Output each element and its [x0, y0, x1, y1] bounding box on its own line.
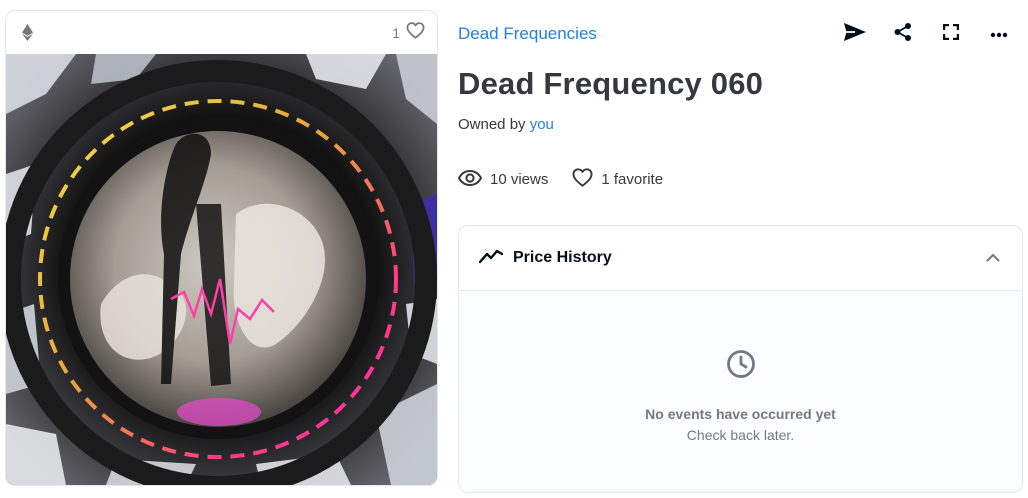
owner-link[interactable]: you [530, 116, 554, 133]
favorite-button[interactable]: 1 [392, 21, 425, 44]
share-button[interactable] [886, 20, 920, 48]
item-title: Dead Frequency 060 [458, 66, 764, 101]
trending-line-icon [478, 248, 504, 269]
price-history-header[interactable]: Price History [459, 226, 1022, 291]
favorites-stat[interactable]: 1 favorite [572, 168, 663, 191]
more-icon [990, 25, 1008, 43]
share-icon [893, 22, 913, 47]
favorite-count: 1 [392, 24, 400, 41]
collection-link[interactable]: Dead Frequencies [458, 24, 597, 44]
transfer-button[interactable] [838, 20, 872, 48]
empty-state-title: No events have occurred yet [645, 405, 836, 422]
price-history-panel: Price History No events have occurred ye… [458, 225, 1023, 493]
send-icon [843, 22, 867, 47]
owned-by: Owned by you [458, 116, 554, 133]
chevron-up-icon[interactable] [986, 249, 1000, 267]
clock-icon [726, 349, 756, 384]
heart-outline-icon [406, 21, 425, 44]
price-history-body: No events have occurred yet Check back l… [459, 291, 1022, 492]
owned-by-label: Owned by [458, 116, 526, 133]
empty-state-subtitle: Check back later. [686, 426, 795, 443]
more-options-button[interactable] [982, 20, 1016, 48]
ethereum-icon [22, 24, 34, 42]
media-header: 1 [6, 11, 437, 54]
media-card: 1 [5, 10, 438, 486]
price-history-title-wrap: Price History [478, 248, 612, 269]
item-actions [838, 20, 1016, 48]
item-stats: 10 views 1 favorite [457, 168, 663, 191]
views-stat: 10 views [457, 169, 549, 190]
views-count: 10 views [490, 171, 549, 188]
price-history-title: Price History [513, 249, 612, 266]
fullscreen-icon [942, 23, 960, 45]
nft-artwork-image[interactable] [6, 54, 437, 485]
heart-outline-icon [572, 168, 593, 191]
favorites-count: 1 favorite [601, 171, 664, 188]
eye-icon [457, 169, 483, 190]
fullscreen-button[interactable] [934, 20, 968, 48]
nft-item-page: 1 Dead Frequencies Dead Frequency 060 Ow… [0, 0, 1028, 498]
